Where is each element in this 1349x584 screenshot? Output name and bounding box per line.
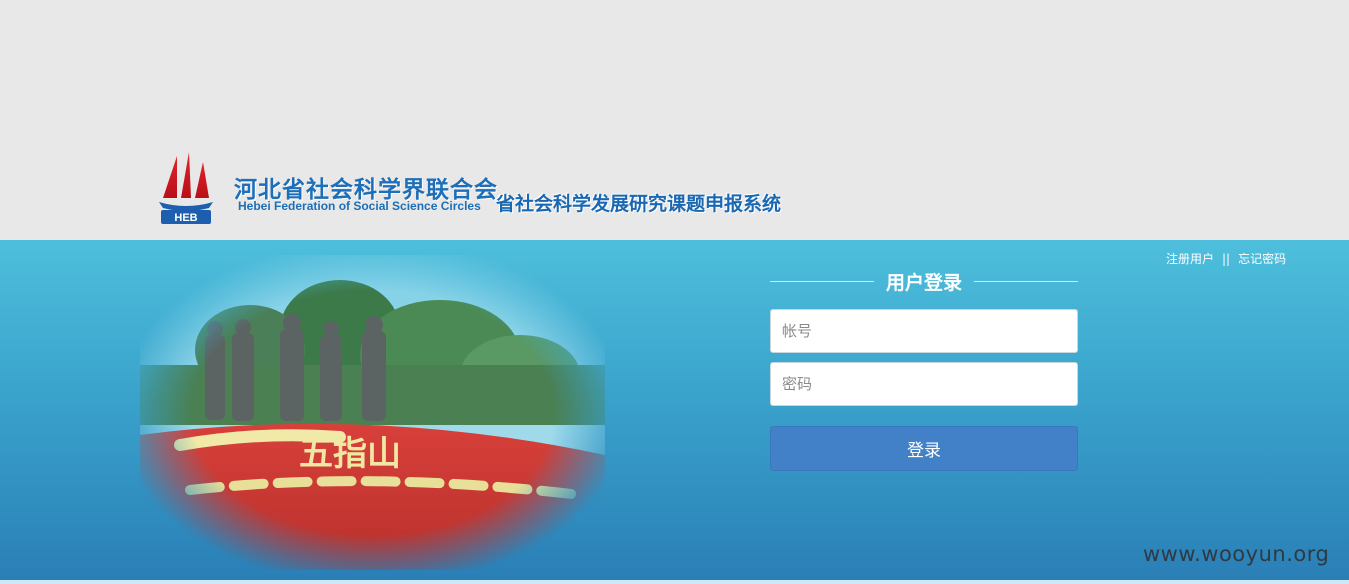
org-name-en: Hebei Federation of Social Science Circl… — [238, 199, 481, 213]
monument-photo: 五指山 — [140, 255, 605, 570]
title-divider-right — [974, 281, 1078, 282]
heb-logo-icon: HEB — [159, 152, 213, 224]
logo-text: HEB — [174, 212, 197, 224]
page-header: HEB 河北省社会科学界联合会 Hebei Federation of Soci… — [0, 0, 1349, 240]
account-input[interactable] — [770, 309, 1078, 353]
forgot-password-link[interactable]: 忘记密码 — [1238, 252, 1286, 266]
watermark: www.wooyun.org — [1143, 542, 1330, 566]
login-title-row: 用户登录 — [770, 266, 1078, 296]
system-name: 省社会科学发展研究课题申报系统 — [496, 193, 782, 215]
login-button[interactable]: 登录 — [770, 426, 1078, 471]
top-links: 注册用户 || 忘记密码 — [1166, 250, 1286, 267]
bottom-strip — [0, 580, 1349, 584]
link-separator: || — [1222, 252, 1231, 266]
register-link[interactable]: 注册用户 — [1166, 252, 1214, 266]
flowerbed-text: 五指山 — [299, 434, 401, 474]
password-input[interactable] — [770, 362, 1078, 406]
